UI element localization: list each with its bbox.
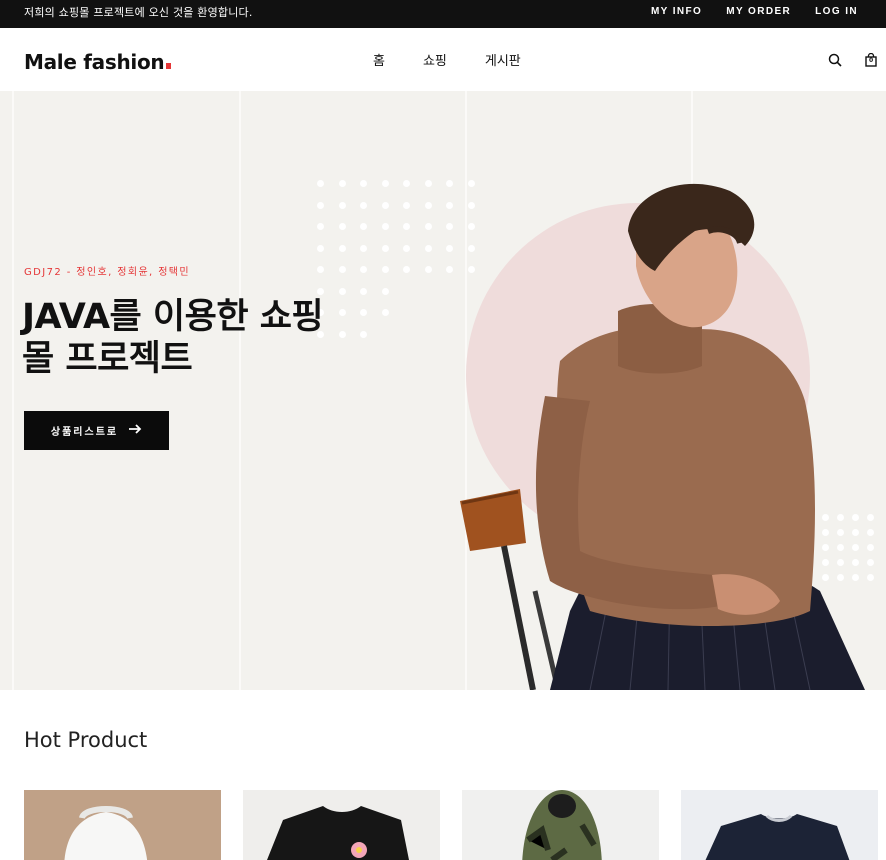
backpack-image xyxy=(64,806,148,860)
dot xyxy=(403,201,410,209)
logo-text: Male fashion xyxy=(24,50,165,74)
hero-title-line1: JAVA를 이용한 쇼핑 xyxy=(22,297,324,337)
dot xyxy=(338,180,346,187)
dot xyxy=(403,180,410,187)
dot xyxy=(317,223,324,230)
cart-count: 0 xyxy=(869,57,874,64)
logo[interactable]: Male fashion xyxy=(24,50,172,74)
hero-title-line2: 몰 프로젝트 xyxy=(22,339,193,379)
model-image xyxy=(460,183,865,690)
my-order-link[interactable]: MY ORDER xyxy=(726,6,791,17)
nav-board[interactable]: 게시판 xyxy=(485,50,521,69)
dot xyxy=(381,287,389,295)
dot xyxy=(403,223,410,230)
dot xyxy=(403,244,410,252)
dot xyxy=(317,201,324,209)
nav-shop[interactable]: 쇼핑 xyxy=(423,50,447,69)
dot xyxy=(424,201,432,209)
dot xyxy=(381,309,389,316)
dot xyxy=(381,266,389,273)
grid-line xyxy=(12,91,14,690)
dot xyxy=(403,266,410,273)
product-card-hoodie[interactable] xyxy=(462,790,659,860)
product-card-backpack[interactable] xyxy=(24,790,221,860)
top-bar: 저희의 쇼핑몰 프로젝트에 오신 것을 환영합니다. MY INFO MY OR… xyxy=(0,0,886,28)
tshirt-image xyxy=(267,806,409,860)
header: Male fashion 홈 쇼핑 게시판 0 xyxy=(0,28,886,91)
search-icon[interactable] xyxy=(828,52,842,67)
product-list xyxy=(24,790,878,860)
arrow-right-icon xyxy=(128,424,142,437)
hero-subtitle: GDJ72 - 정인호, 정회윤, 정택민 xyxy=(24,267,191,278)
shopping-bag-icon[interactable]: 0 xyxy=(864,52,878,67)
my-info-link[interactable]: MY INFO xyxy=(651,6,702,17)
dot xyxy=(381,180,389,187)
main-nav: 홈 쇼핑 게시판 xyxy=(373,50,521,69)
top-links: MY INFO MY ORDER LOG IN xyxy=(651,6,858,17)
dot xyxy=(338,223,346,230)
dot xyxy=(360,266,367,273)
dot xyxy=(381,223,389,230)
product-card-tshirt[interactable] xyxy=(243,790,440,860)
dot xyxy=(360,287,367,295)
dot xyxy=(338,244,346,252)
hot-product-title: Hot Product xyxy=(24,728,148,752)
henley-image xyxy=(705,814,850,860)
nav-home[interactable]: 홈 xyxy=(373,50,385,69)
login-link[interactable]: LOG IN xyxy=(815,6,858,17)
dot xyxy=(360,244,367,252)
logo-dot xyxy=(166,63,172,69)
welcome-text: 저희의 쇼핑몰 프로젝트에 오신 것을 환영합니다. xyxy=(24,6,253,19)
hero-title: JAVA를 이용한 쇼핑 몰 프로젝트 xyxy=(22,296,382,380)
dot xyxy=(424,223,432,230)
dot xyxy=(381,244,389,252)
dot xyxy=(338,201,346,209)
dot xyxy=(424,266,432,273)
dot xyxy=(338,266,346,273)
dot xyxy=(424,180,432,187)
grid-line xyxy=(239,91,241,690)
dot xyxy=(360,223,367,230)
dot xyxy=(317,287,324,295)
hero-banner: GDJ72 - 정인호, 정회윤, 정택민 JAVA를 이용한 쇼핑 몰 프로젝… xyxy=(0,91,886,690)
dot xyxy=(360,201,367,209)
hoodie-image xyxy=(522,790,602,860)
dot xyxy=(317,244,324,252)
product-list-button[interactable]: 상품리스트로 xyxy=(24,411,169,450)
product-list-button-label: 상품리스트로 xyxy=(50,427,119,438)
dot xyxy=(424,244,432,252)
dot xyxy=(381,201,389,209)
dot xyxy=(317,266,324,273)
product-card-henley[interactable] xyxy=(681,790,878,860)
dot xyxy=(360,180,367,187)
header-icons: 0 xyxy=(828,52,878,67)
dot xyxy=(317,180,324,187)
dot xyxy=(338,287,346,295)
